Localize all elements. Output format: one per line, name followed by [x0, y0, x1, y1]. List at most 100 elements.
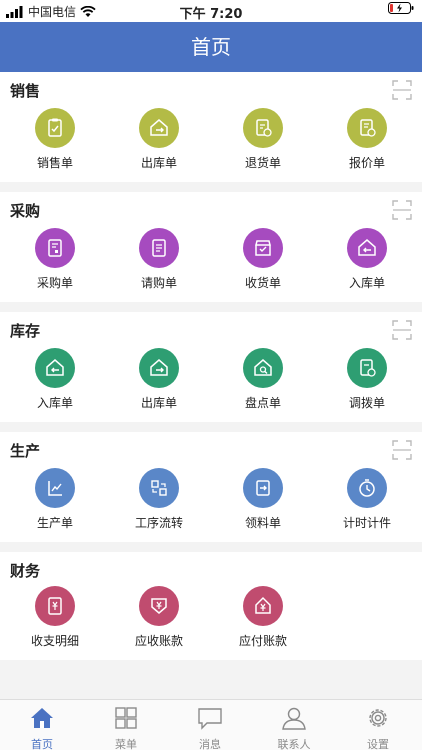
item-stock-in-order[interactable]: 入库单: [5, 348, 105, 418]
item-label: 出库单: [140, 156, 177, 170]
section-inventory: 库存 入库单 出库单 盘点单 调拨单: [0, 312, 422, 422]
item-label: 盘点单: [244, 396, 281, 410]
item-stock-in-order[interactable]: 入库单: [317, 228, 417, 298]
quote-document-icon: [360, 119, 376, 137]
tab-bar: 首页 菜单 消息 联系人 设置: [0, 699, 422, 750]
status-time: 下午 7:20: [179, 7, 243, 22]
settings-gear-icon: [369, 709, 387, 727]
scan-icon[interactable]: [392, 80, 412, 100]
item-request-order[interactable]: 请购单: [109, 228, 209, 298]
money-detail-icon: [48, 597, 62, 615]
item-payable[interactable]: 应付账款: [213, 586, 313, 656]
purchase-form-icon: [48, 239, 62, 257]
item-circle: [243, 468, 283, 508]
item-label: 入库单: [36, 396, 73, 410]
item-label: 入库单: [348, 276, 385, 290]
section-title: 生产: [10, 442, 41, 460]
item-circle: [243, 586, 283, 626]
tab-messages[interactable]: 消息: [168, 706, 252, 750]
contact-icon: [282, 707, 306, 730]
item-circle: [139, 108, 179, 148]
house-enter-icon: [358, 239, 376, 256]
item-circle: [139, 468, 179, 508]
item-label: 工序流转: [134, 516, 183, 530]
item-circle: [35, 228, 75, 268]
scan-icon[interactable]: [392, 200, 412, 220]
item-label: 收支明细: [30, 634, 79, 648]
process-flow-icon: [151, 480, 167, 496]
item-circle: [243, 348, 283, 388]
item-stock-out-order[interactable]: 出库单: [109, 348, 209, 418]
item-stocktake-order[interactable]: 盘点单: [213, 348, 313, 418]
item-material-order[interactable]: 领料单: [213, 468, 313, 538]
item-receive-order[interactable]: 收货单: [213, 228, 313, 298]
item-income-expense[interactable]: 收支明细: [5, 586, 105, 656]
section-items: 采购单 请购单 收货单 入库单: [0, 228, 422, 298]
material-pick-icon: [256, 480, 270, 496]
section-title: 采购: [10, 202, 41, 220]
transfer-icon: [360, 359, 376, 377]
grid-menu-icon: [115, 707, 137, 729]
item-label: 应付账款: [238, 634, 287, 648]
receive-box-icon: [255, 240, 271, 256]
item-sales-order[interactable]: 销售单: [5, 108, 105, 178]
section-title: 财务: [10, 562, 41, 580]
battery-charging-icon: [388, 2, 414, 14]
timer-icon: [359, 479, 375, 497]
item-process-flow[interactable]: 工序流转: [109, 468, 209, 538]
clipboard-check-icon: [48, 118, 62, 137]
page-title: 首页: [191, 35, 231, 59]
section-title: 库存: [10, 322, 41, 340]
battery-indicator: [388, 2, 414, 14]
tab-label: 联系人: [277, 738, 311, 750]
item-circle: [35, 586, 75, 626]
house-exit-icon: [150, 119, 168, 136]
tab-home[interactable]: 首页: [0, 706, 84, 750]
item-label: 领料单: [244, 516, 281, 530]
section-items: 入库单 出库单 盘点单 调拨单: [0, 348, 422, 418]
item-production-order[interactable]: 生产单: [5, 468, 105, 538]
tab-label: 首页: [31, 738, 53, 750]
production-chart-icon: [48, 481, 62, 496]
item-quote-order[interactable]: 报价单: [317, 108, 417, 178]
item-label: 采购单: [36, 276, 73, 290]
item-circle: [139, 228, 179, 268]
section-title: 销售: [10, 82, 41, 100]
item-circle: [347, 468, 387, 508]
item-circle: [243, 108, 283, 148]
item-circle: [243, 228, 283, 268]
item-receivable[interactable]: 应收账款: [109, 586, 209, 656]
tab-menu[interactable]: 菜单: [84, 706, 168, 750]
home-icon: [31, 708, 53, 728]
item-transfer-order[interactable]: 调拨单: [317, 348, 417, 418]
item-stock-out-order[interactable]: 出库单: [109, 108, 209, 178]
item-label: 退货单: [244, 156, 281, 170]
receivable-icon: [151, 598, 167, 614]
nav-bar: 首页: [0, 22, 422, 72]
request-list-icon: [152, 239, 166, 257]
scan-icon[interactable]: [392, 320, 412, 340]
section-purchase: 采购 采购单 请购单 收货单 入库单: [0, 192, 422, 302]
item-label: 请购单: [140, 276, 177, 290]
tab-contacts[interactable]: 联系人: [252, 706, 336, 750]
section-sales: 销售 销售单 出库单 退货单 报价单: [0, 72, 422, 182]
item-label: 调拨单: [348, 396, 385, 410]
item-label: 计时计件: [342, 516, 391, 530]
item-return-order[interactable]: 退货单: [213, 108, 313, 178]
tab-label: 消息: [199, 738, 221, 750]
item-circle: [35, 108, 75, 148]
item-timer-piecework[interactable]: 计时计件: [317, 468, 417, 538]
tab-settings[interactable]: 设置: [336, 706, 420, 750]
item-circle: [139, 348, 179, 388]
item-label: 应收账款: [134, 634, 183, 648]
item-circle: [35, 468, 75, 508]
scan-icon[interactable]: [392, 440, 412, 460]
item-label: 生产单: [36, 516, 73, 530]
section-finance: 财务 收支明细 应收账款 应付账款: [0, 552, 422, 660]
item-circle: [347, 348, 387, 388]
section-production: 生产 生产单 工序流转 领料单 计时计件: [0, 432, 422, 542]
status-bar: 中国电信 下午 7:20: [0, 0, 422, 22]
item-purchase-order[interactable]: 采购单: [5, 228, 105, 298]
tab-label: 设置: [367, 738, 389, 750]
tab-label: 菜单: [115, 738, 137, 750]
